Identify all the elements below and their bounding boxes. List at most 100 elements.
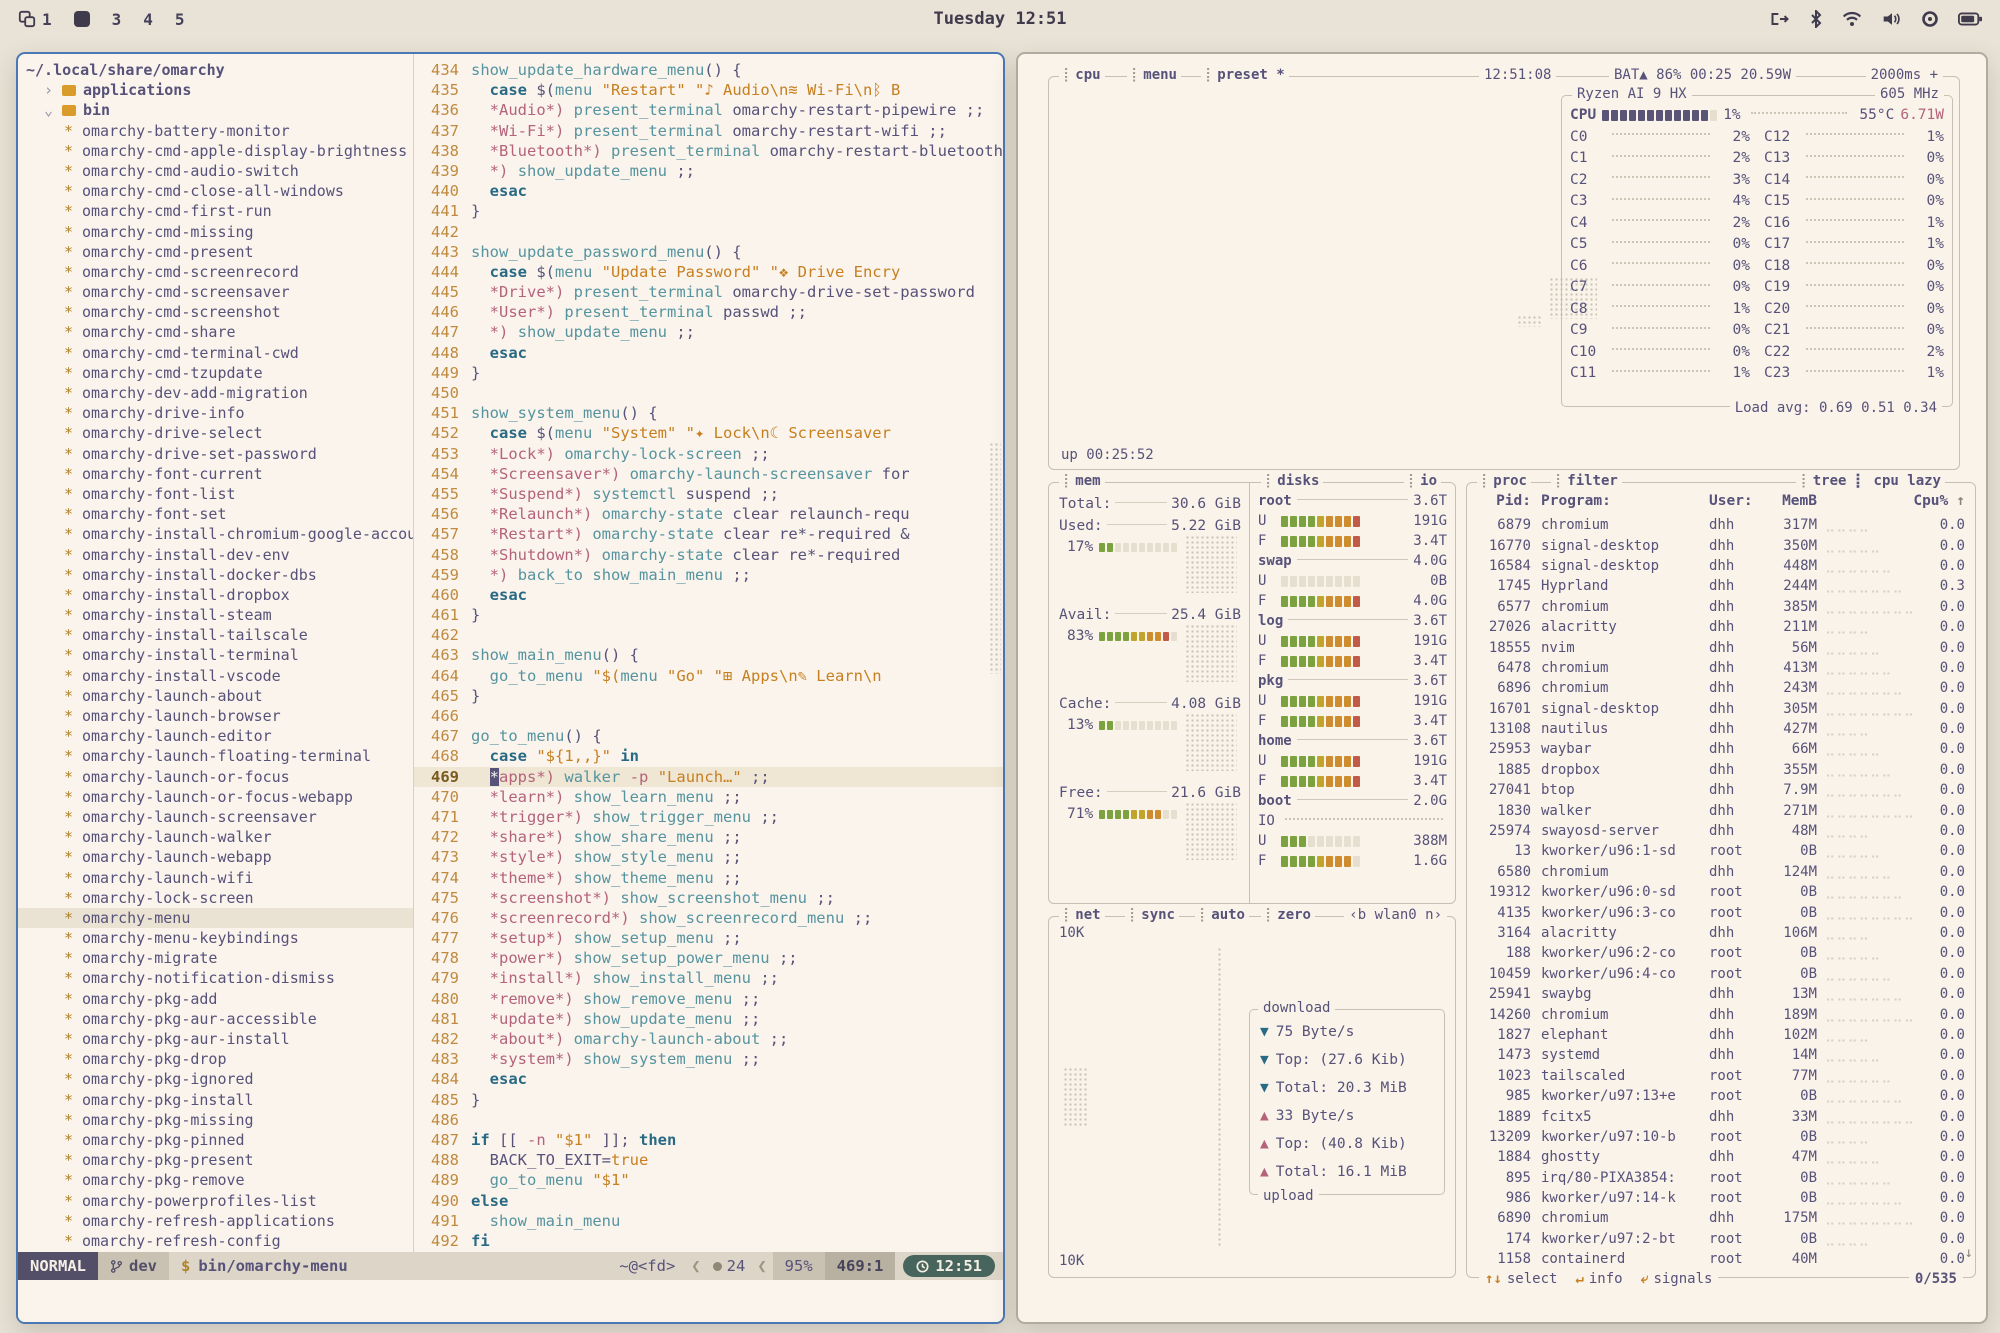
tree-item-file[interactable]: *omarchy-cmd-tzupdate — [18, 363, 413, 383]
code-line[interactable]: 449} — [414, 363, 1003, 383]
tree-item-file[interactable]: *omarchy-menu — [18, 908, 413, 928]
tree-item-file[interactable]: *omarchy-drive-select — [18, 423, 413, 443]
code-line[interactable]: 435 case $(menu "Restart" "♪ Audio\n≋ Wi… — [414, 80, 1003, 100]
tree-item-file[interactable]: *omarchy-cmd-screenrecord — [18, 262, 413, 282]
code-line[interactable]: 462 — [414, 625, 1003, 645]
process-row[interactable]: 1158containerdroot40M⣀⣀⣀⣀⣀0.0 — [1475, 1249, 1965, 1263]
tree-item-file[interactable]: *omarchy-refresh-config — [18, 1231, 413, 1251]
process-row[interactable]: 25953waybardhh66M⣀⣀⣀⣀⣀0.0 — [1475, 739, 1965, 759]
code-line[interactable]: 450 — [414, 383, 1003, 403]
tree-item-file[interactable]: *omarchy-dev-add-migration — [18, 383, 413, 403]
code-line[interactable]: 490else — [414, 1191, 1003, 1211]
code-line[interactable]: 440 esac — [414, 181, 1003, 201]
footer-action[interactable]: ⤶signals — [1641, 1271, 1713, 1287]
code-line[interactable]: 489 go_to_menu "$1" — [414, 1170, 1003, 1190]
header-user[interactable]: User: — [1709, 493, 1761, 509]
code-line[interactable]: 470 *learn*) show_learn_menu ;; — [414, 787, 1003, 807]
process-row[interactable]: 1884ghosttydhh47M⣀⣀⣀⣀⣀0.0 — [1475, 1147, 1965, 1167]
process-row[interactable]: 3164alacrittydhh106M⣀⣀⣀⣀0.0 — [1475, 923, 1965, 943]
process-row[interactable]: 25941swaybgdhh13M⣀⣀⣀⣀⣀⣀⣀0.0 — [1475, 984, 1965, 1004]
code-line[interactable]: 460 esac — [414, 585, 1003, 605]
editor-scrollbar-thumb[interactable] — [989, 442, 1001, 674]
tree-item-file[interactable]: *omarchy-pkg-remove — [18, 1170, 413, 1190]
tree-item-file[interactable]: *omarchy-refresh-applications — [18, 1211, 413, 1231]
tab-zero[interactable]: zero — [1261, 907, 1315, 923]
process-row[interactable]: 1889fcitx5dhh33M⣀⣀⣀⣀⣀⣀⣀⣀0.0 — [1475, 1106, 1965, 1126]
header-mem[interactable]: MemB — [1761, 493, 1817, 509]
screencast-icon[interactable] — [1770, 11, 1790, 27]
tree-item-file[interactable]: *omarchy-install-dropbox — [18, 585, 413, 605]
process-row[interactable]: 6478chromiumdhh413M⣀⣀⣀⣀⣀⣀0.0 — [1475, 658, 1965, 678]
footer-action[interactable]: ↵info — [1575, 1271, 1622, 1287]
code-line[interactable]: 443show_update_password_menu() { — [414, 242, 1003, 262]
refresh-rate[interactable]: 2000ms + — [1866, 67, 1943, 83]
code-line[interactable]: 486 — [414, 1110, 1003, 1130]
disk-entry[interactable]: pkg3.6TU191GF3.4T — [1258, 671, 1447, 731]
process-row[interactable]: 986kworker/u97:14-kroot0B⣀⣀⣀⣀⣀⣀⣀0.0 — [1475, 1188, 1965, 1208]
tree-item-file[interactable]: *omarchy-cmd-screensaver — [18, 282, 413, 302]
disk-entry[interactable]: log3.6TU191GF3.4T — [1258, 611, 1447, 671]
tree-item-file[interactable]: *omarchy-pkg-drop — [18, 1049, 413, 1069]
process-row[interactable]: 6580chromiumdhh124M⣀⣀⣀⣀⣀⣀0.0 — [1475, 862, 1965, 882]
tree-item-file[interactable]: *omarchy-install-vscode — [18, 666, 413, 686]
process-row[interactable]: 1827elephantdhh102M⣀⣀⣀⣀0.0 — [1475, 1025, 1965, 1045]
code-line[interactable]: 463show_main_menu() { — [414, 645, 1003, 665]
code-line[interactable]: 453 *Lock*) omarchy-lock-screen ;; — [414, 444, 1003, 464]
tree-item-file[interactable]: *omarchy-font-list — [18, 484, 413, 504]
process-row[interactable]: 13108nautilusdhh427M⣀⣀⣀⣀0.0 — [1475, 719, 1965, 739]
tree-item-file[interactable]: *omarchy-battery-monitor — [18, 121, 413, 141]
tree-item-file[interactable]: *omarchy-pkg-missing — [18, 1110, 413, 1130]
tree-item-file[interactable]: *omarchy-pkg-add — [18, 989, 413, 1009]
process-row[interactable]: 1745Hyprlanddhh244M⣀⣀⣀⣀⣀⣀⣀0.3 — [1475, 576, 1965, 596]
process-row[interactable]: 13kworker/u96:1-sdroot0B⣀⣀⣀⣀⣀0.0 — [1475, 841, 1965, 861]
process-table-header[interactable]: Pid: Program: User: MemB Cpu% ↑ — [1475, 489, 1965, 513]
tree-item-dir[interactable]: ⌄bin — [18, 100, 413, 120]
tree-item-file[interactable]: *omarchy-font-current — [18, 464, 413, 484]
code-line[interactable]: 446 *User*) present_terminal passwd ;; — [414, 302, 1003, 322]
code-line[interactable]: 480 *remove*) show_remove_menu ;; — [414, 989, 1003, 1009]
wifi-icon[interactable] — [1842, 11, 1862, 27]
process-row[interactable]: 6890chromiumdhh175M⣀⣀⣀⣀⣀⣀⣀⣀0.0 — [1475, 1208, 1965, 1228]
code-line[interactable]: 476 *screenrecord*) show_screenrecord_me… — [414, 908, 1003, 928]
code-line[interactable]: 438 *Bluetooth*) present_terminal omarch… — [414, 141, 1003, 161]
process-row[interactable]: 25974swayosd-serverdhh48M⣀⣀⣀⣀0.0 — [1475, 821, 1965, 841]
code-line[interactable]: 455 *Suspend*) systemctl suspend ;; — [414, 484, 1003, 504]
code-line[interactable]: 441} — [414, 201, 1003, 221]
process-row[interactable]: 1473systemddhh14M⣀⣀⣀⣀⣀0.0 — [1475, 1045, 1965, 1065]
tree-item-file[interactable]: *omarchy-cmd-first-run — [18, 201, 413, 221]
tree-item-file[interactable]: *omarchy-cmd-missing — [18, 222, 413, 242]
code-line[interactable]: 445 *Drive*) present_terminal omarchy-dr… — [414, 282, 1003, 302]
tree-item-dir[interactable]: ›applications — [18, 80, 413, 100]
code-line[interactable]: 474 *theme*) show_theme_menu ;; — [414, 868, 1003, 888]
code-line[interactable]: 485} — [414, 1090, 1003, 1110]
tree-item-file[interactable]: *omarchy-notification-dismiss — [18, 968, 413, 988]
code-line[interactable]: 478 *power*) show_setup_power_menu ;; — [414, 948, 1003, 968]
tree-item-file[interactable]: *omarchy-cmd-audio-switch — [18, 161, 413, 181]
code-line[interactable]: 479 *install*) show_install_menu ;; — [414, 968, 1003, 988]
tree-item-file[interactable]: *omarchy-cmd-share — [18, 322, 413, 342]
tree-item-file[interactable]: *omarchy-pkg-present — [18, 1150, 413, 1170]
process-row[interactable]: 895irq/80-PIXA3854:root0B⣀⣀⣀⣀⣀⣀0.0 — [1475, 1168, 1965, 1188]
process-row[interactable]: 27041btopdhh7.9M⣀⣀⣀⣀⣀⣀⣀0.0 — [1475, 780, 1965, 800]
update-icon[interactable] — [1922, 11, 1938, 27]
code-line[interactable]: 472 *share*) show_share_menu ;; — [414, 827, 1003, 847]
tree-item-file[interactable]: *omarchy-cmd-apple-display-brightness — [18, 141, 413, 161]
code-editor[interactable]: 434show_update_hardware_menu() {435 case… — [413, 54, 1003, 1252]
tree-item-file[interactable]: *omarchy-cmd-screenshot — [18, 302, 413, 322]
process-row[interactable]: 174kworker/u97:2-btroot0B⣀⣀⣀⣀0.0 — [1475, 1229, 1965, 1249]
tree-item-root[interactable]: ~/.local/share/omarchy — [18, 60, 413, 80]
code-line[interactable]: 466 — [414, 706, 1003, 726]
code-line[interactable]: 434show_update_hardware_menu() { — [414, 60, 1003, 80]
tree-item-file[interactable]: *omarchy-pkg-aur-install — [18, 1029, 413, 1049]
code-line[interactable]: 457 *Restart*) omarchy-state clear re*-r… — [414, 524, 1003, 544]
code-line[interactable]: 487if [[ -n "$1" ]]; then — [414, 1130, 1003, 1150]
disk-entry[interactable]: root3.6TU191GF3.4T — [1258, 491, 1447, 551]
workspace-3[interactable]: 3 — [112, 10, 122, 29]
process-row[interactable]: 18555nvimdhh56M⣀⣀⣀⣀⣀0.0 — [1475, 637, 1965, 657]
process-row[interactable]: 27026alacrittydhh211M⣀⣀⣀⣀0.0 — [1475, 617, 1965, 637]
footer-action[interactable]: ↑↓select — [1485, 1271, 1557, 1287]
workspace-1[interactable]: 1 — [42, 10, 52, 29]
battery-icon[interactable] — [1958, 12, 1982, 26]
tree-item-file[interactable]: *omarchy-install-dev-env — [18, 545, 413, 565]
code-line[interactable]: 444 case $(menu "Update Password" "❖ Dri… — [414, 262, 1003, 282]
